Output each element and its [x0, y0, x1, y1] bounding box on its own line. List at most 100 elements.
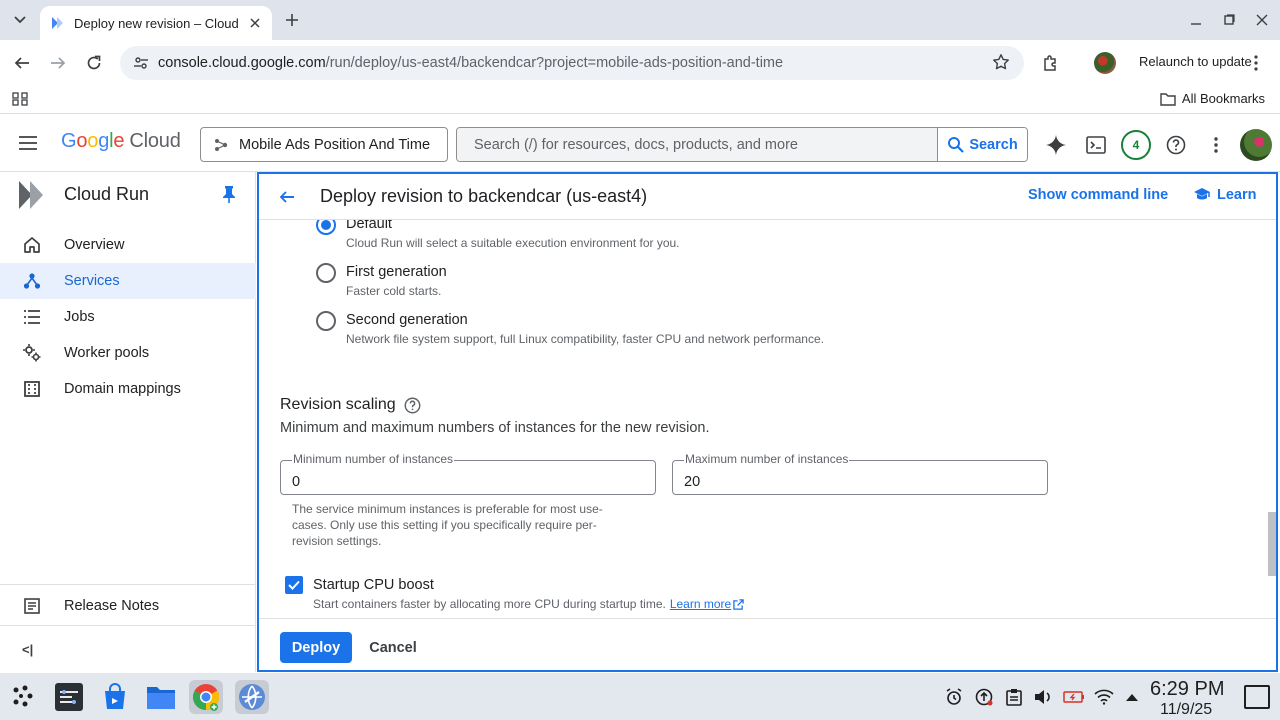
- release-notes-icon: [22, 596, 42, 616]
- chrome-app-icon[interactable]: [189, 680, 223, 714]
- revision-scaling-title: Revision scaling: [280, 396, 421, 414]
- google-cloud-logo[interactable]: Google Cloud: [61, 130, 181, 153]
- terminal-app-icon[interactable]: [52, 680, 86, 714]
- new-tab-icon[interactable]: [280, 8, 304, 32]
- apps-grid-icon[interactable]: [12, 92, 28, 106]
- notifications-badge[interactable]: 4: [1121, 130, 1151, 160]
- min-instances-input[interactable]: [281, 461, 655, 494]
- pin-icon[interactable]: [222, 185, 236, 203]
- more-options-icon[interactable]: [1204, 133, 1228, 157]
- help-icon[interactable]: [1164, 133, 1188, 157]
- reload-icon[interactable]: [82, 51, 106, 75]
- sidebar-item-worker-pools[interactable]: Worker pools: [0, 335, 256, 371]
- radio-label: First generation: [346, 264, 447, 280]
- gears-icon: [22, 343, 42, 363]
- cloud-run-favicon-icon: [52, 17, 63, 29]
- radio-description: Faster cold starts.: [346, 284, 442, 298]
- user-avatar[interactable]: [1240, 129, 1272, 161]
- list-icon: [22, 307, 42, 327]
- launcher-icon[interactable]: [10, 683, 36, 709]
- radio-button-checked[interactable]: [316, 220, 336, 235]
- folder-icon: [1160, 92, 1176, 106]
- all-bookmarks-button[interactable]: All Bookmarks: [1160, 91, 1265, 106]
- bookmark-star-icon[interactable]: [992, 53, 1010, 71]
- sidebar-item-label: Release Notes: [64, 598, 160, 614]
- maximize-icon[interactable]: [1217, 8, 1241, 32]
- cloud-shell-icon[interactable]: [1084, 133, 1108, 157]
- main-menu-icon[interactable]: [16, 131, 40, 155]
- learn-button[interactable]: Learn: [1193, 187, 1257, 203]
- address-bar[interactable]: console.cloud.google.com/run/deploy/us-e…: [120, 46, 1024, 80]
- update-icon[interactable]: [974, 687, 994, 707]
- tab-search-chevron-icon[interactable]: [8, 8, 32, 32]
- cancel-button[interactable]: Cancel: [362, 632, 424, 663]
- minimize-icon[interactable]: [1184, 8, 1208, 32]
- show-command-line-button[interactable]: Show command line: [1028, 187, 1168, 203]
- network-app-icon[interactable]: [235, 680, 269, 714]
- max-instances-input[interactable]: [673, 461, 1047, 494]
- sidebar-item-label: Domain mappings: [64, 381, 181, 397]
- store-app-icon[interactable]: [98, 680, 132, 714]
- radio-label: Second generation: [346, 312, 468, 328]
- sidebar-item-domain-mappings[interactable]: Domain mappings: [0, 371, 256, 407]
- sidebar-item-overview[interactable]: Overview: [0, 227, 256, 263]
- sidebar-item-label: Worker pools: [64, 345, 150, 361]
- check-icon: [288, 580, 300, 590]
- min-instances-field: Minimum number of instances: [280, 452, 656, 495]
- revision-scaling-description: Minimum and maximum numbers of instances…: [280, 420, 710, 436]
- search-box: Search: [456, 127, 1028, 162]
- clock-time[interactable]: 6:29 PM: [1150, 678, 1224, 701]
- url-path: /run/deploy/us-east4/backendcar?project=…: [325, 55, 784, 71]
- search-button[interactable]: Search: [937, 128, 1027, 161]
- volume-icon[interactable]: [1033, 687, 1053, 707]
- browser-profile-avatar[interactable]: [1094, 52, 1116, 74]
- startup-cpu-boost-checkbox[interactable]: [285, 576, 303, 594]
- relaunch-to-update-button[interactable]: Relaunch to update: [1139, 54, 1252, 69]
- help-circle-icon[interactable]: [404, 397, 421, 414]
- checkbox-label: Startup CPU boost: [313, 577, 434, 593]
- gemini-sparkle-icon[interactable]: [1044, 133, 1068, 157]
- search-button-label: Search: [969, 136, 1018, 153]
- radio-button[interactable]: [316, 263, 336, 283]
- deploy-button[interactable]: Deploy: [280, 632, 352, 663]
- checkbox-description: Start containers faster by allocating mo…: [313, 597, 744, 611]
- sidebar-item-label: Jobs: [64, 309, 95, 325]
- forward-nav-icon[interactable]: [46, 51, 70, 75]
- max-instances-field: Maximum number of instances: [672, 452, 1048, 495]
- tab-close-icon[interactable]: [246, 14, 264, 32]
- sidebar-item-release-notes[interactable]: Release Notes: [0, 588, 256, 624]
- alarm-icon[interactable]: [944, 687, 964, 707]
- deploy-panel: Deploy revision to backendcar (us-east4)…: [257, 172, 1278, 672]
- sidebar-item-services[interactable]: Services: [0, 263, 256, 299]
- sidebar-item-jobs[interactable]: Jobs: [0, 299, 256, 335]
- window-close-icon[interactable]: [1250, 8, 1274, 32]
- browser-tab-active[interactable]: Deploy new revision – Cloud: [40, 6, 272, 40]
- collapse-nav-button[interactable]: <|: [22, 642, 33, 657]
- clipboard-icon[interactable]: [1004, 687, 1024, 707]
- radio-description: Network file system support, full Linux …: [346, 332, 824, 346]
- gcp-header: Google Cloud Mobile Ads Position And Time…: [0, 114, 1280, 172]
- search-input[interactable]: [457, 128, 937, 161]
- learn-more-link[interactable]: Learn more: [670, 597, 731, 611]
- radio-label: Default: [346, 220, 392, 232]
- site-info-icon[interactable]: [130, 52, 152, 74]
- all-bookmarks-label: All Bookmarks: [1181, 91, 1265, 106]
- extensions-icon[interactable]: [1039, 51, 1063, 75]
- sidebar-item-label: Overview: [64, 237, 125, 253]
- back-nav-icon[interactable]: [10, 51, 34, 75]
- files-app-icon[interactable]: [144, 680, 178, 714]
- scrollbar-thumb[interactable]: [1268, 512, 1276, 576]
- project-picker[interactable]: Mobile Ads Position And Time: [200, 127, 448, 162]
- overview-icon[interactable]: [1244, 685, 1270, 709]
- back-arrow-icon[interactable]: [275, 185, 299, 209]
- tray-expand-icon[interactable]: [1122, 687, 1142, 707]
- clock-date[interactable]: 11/9/25: [1160, 701, 1212, 719]
- browser-menu-icon[interactable]: [1248, 51, 1264, 75]
- battery-icon[interactable]: [1062, 687, 1086, 707]
- browser-toolbar: console.cloud.google.com/run/deploy/us-e…: [0, 40, 1280, 86]
- form-footer: Deploy Cancel: [259, 618, 1276, 670]
- project-name: Mobile Ads Position And Time: [239, 136, 431, 153]
- url-text: console.cloud.google.com/run/deploy/us-e…: [158, 55, 783, 71]
- radio-button[interactable]: [316, 311, 336, 331]
- wifi-icon[interactable]: [1094, 687, 1114, 707]
